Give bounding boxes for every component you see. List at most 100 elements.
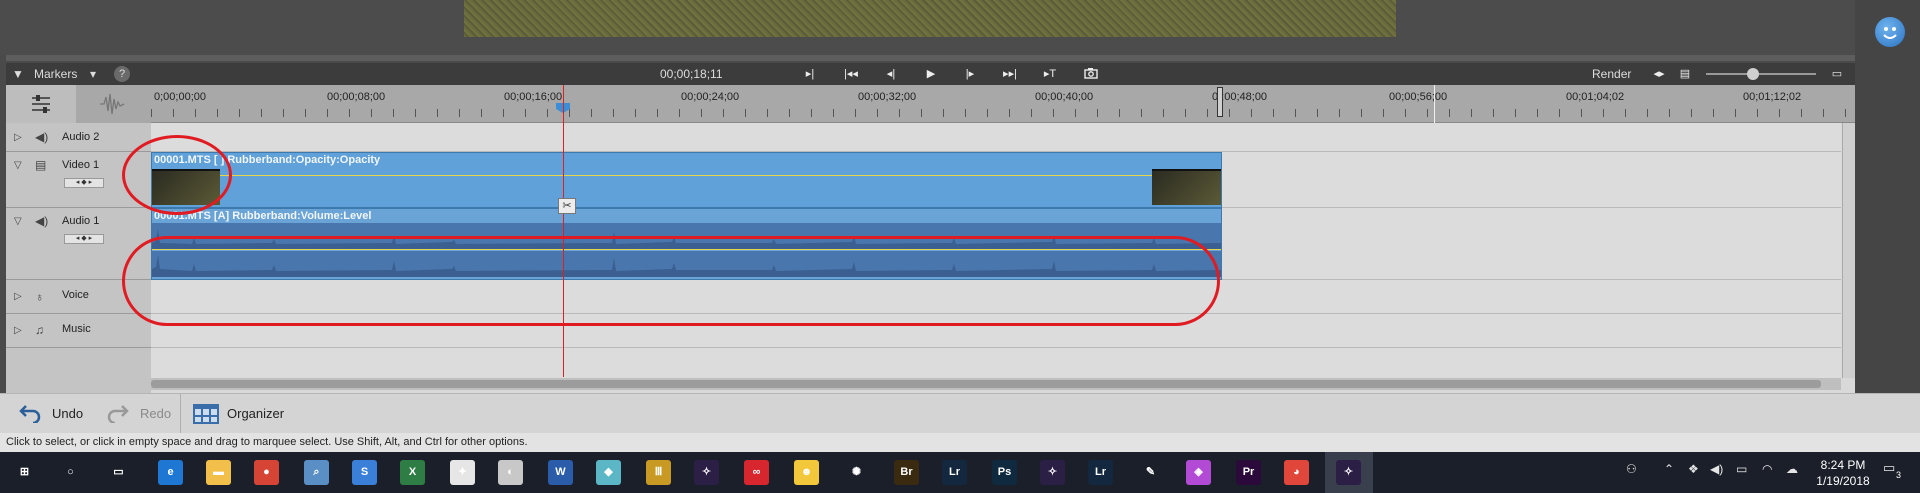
lightroom-icon[interactable]: Lr [942, 460, 967, 485]
clock-date: 1/19/2018 [1816, 474, 1870, 488]
redo-icon[interactable] [106, 403, 130, 426]
goto-end-icon[interactable]: ▸▸| [1001, 67, 1019, 81]
collapse-triangle-icon[interactable]: ▽ [14, 216, 22, 227]
collapse-triangle-icon[interactable]: ▽ [14, 160, 22, 171]
network-search-icon[interactable]: ⌕ [304, 460, 329, 485]
panel-divider[interactable] [6, 55, 1855, 61]
app-icon[interactable]: ✦ [450, 460, 475, 485]
horizontal-scroll-thumb[interactable] [151, 380, 1821, 388]
fit-to-view-icon[interactable]: ◂▸ [1650, 67, 1668, 81]
battery-icon[interactable]: ▭ [1736, 462, 1747, 476]
music-note-icon[interactable]: ♫ [35, 323, 44, 337]
keyframe-navigator[interactable]: ◂ ◆ ▸ [64, 178, 104, 188]
microphone-icon[interactable]: ♁ [35, 290, 44, 304]
notification-count: 3 [1896, 470, 1902, 480]
bridge-icon[interactable]: Br [894, 460, 919, 485]
track-name: Audio 1 [62, 215, 100, 227]
chevron-down-icon[interactable]: ▾ [90, 67, 96, 81]
volume-icon[interactable]: ◀) [1710, 462, 1723, 476]
zoom-in-icon[interactable]: ▭ [1828, 67, 1846, 81]
speaker-icon[interactable]: ◀) [35, 214, 48, 228]
help-icon[interactable]: ? [114, 66, 130, 82]
track-row-audio2[interactable] [151, 123, 1841, 152]
premiere-elements-icon[interactable]: ✧ [694, 460, 719, 485]
work-area-end-handle[interactable] [1217, 87, 1223, 117]
time-ruler[interactable]: 0;00;00;00 00;00;08;00 00;00;16;00 00;00… [151, 85, 1855, 123]
vertical-scrollbar[interactable] [1842, 123, 1855, 378]
video-clip[interactable]: 00001.MTS [ ] Rubberband:Opacity:Opacity [151, 152, 1222, 208]
horizontal-scrollbar[interactable] [151, 378, 1841, 390]
action-bar: Undo Redo Organizer [0, 393, 1920, 434]
app-icon[interactable]: ◆ [596, 460, 621, 485]
track-header-music[interactable]: ▷ ♫ Music [6, 314, 151, 348]
premiere-elements-icon[interactable]: ✧ [1336, 460, 1361, 485]
track-name: Music [62, 323, 91, 335]
cortana-icon[interactable]: ○ [58, 460, 83, 485]
excel-icon[interactable]: X [400, 460, 425, 485]
onedrive-icon[interactable]: ☁ [1786, 462, 1798, 476]
zoom-slider-track[interactable] [1706, 73, 1816, 75]
people-icon[interactable]: ⚇ [1626, 462, 1637, 476]
notification-icon[interactable]: ▭ [1883, 460, 1895, 476]
markers-dropdown-icon[interactable]: ▼ [12, 67, 24, 81]
task-view-icon[interactable]: ▭ [106, 460, 131, 485]
premiere-elements-window: ▼ Markers ▾ ? 00;00;18;11 ▸| |◂◂ ◂| ▶ |▸… [0, 0, 1920, 452]
expand-triangle-icon[interactable]: ▷ [14, 325, 22, 336]
goto-in-point-icon[interactable]: ▸| [801, 67, 819, 81]
edge-icon[interactable]: e [158, 460, 183, 485]
undo-button[interactable]: Undo [52, 406, 83, 421]
monitor-panel [0, 0, 1855, 61]
paint-icon[interactable]: ✎ [1138, 460, 1163, 485]
expand-triangle-icon[interactable]: ▷ [14, 132, 22, 143]
file-explorer-icon[interactable]: ▬ [206, 460, 231, 485]
film-icon[interactable]: ▤ [35, 158, 46, 172]
render-button[interactable]: Render [1592, 67, 1631, 81]
dropbox-icon[interactable]: ❖ [1688, 462, 1699, 476]
chrome-icon[interactable]: ● [254, 460, 279, 485]
speaker-icon[interactable]: ◀) [35, 130, 48, 144]
map-pin-icon[interactable]: ◈ [1186, 460, 1211, 485]
markers-menu[interactable]: Markers [34, 67, 77, 81]
app-icon[interactable]: ☻ [794, 460, 819, 485]
camera-icon[interactable] [1082, 67, 1100, 81]
annotation-circle [122, 135, 232, 215]
undo-icon[interactable] [18, 403, 42, 426]
expand-triangle-icon[interactable]: ▷ [14, 291, 22, 302]
feedback-smiley-icon[interactable] [1875, 17, 1905, 47]
system-clock[interactable]: 8:24 PM 1/19/2018 [1808, 457, 1878, 489]
word-icon[interactable]: W [548, 460, 573, 485]
track-tools-area [6, 85, 151, 123]
shazam-icon[interactable]: S [352, 460, 377, 485]
audio-waveform-toggle-icon[interactable] [76, 85, 151, 123]
scissors-icon[interactable]: ✂ [558, 198, 576, 214]
lightbulb-icon[interactable]: ✺ [844, 460, 869, 485]
keyframe-navigator[interactable]: ◂ ◆ ▸ [64, 234, 104, 244]
track-header-audio2[interactable]: ▷ ◀) Audio 2 [6, 123, 151, 152]
wifi-icon[interactable]: ◠ [1762, 462, 1772, 476]
app-icon[interactable]: ◐ [498, 460, 523, 485]
chevron-up-icon[interactable]: ⌃ [1664, 462, 1674, 476]
goto-out-point-icon[interactable]: ▸T [1041, 67, 1059, 81]
step-forward-icon[interactable]: |▸ [961, 67, 979, 81]
premiere-elements-icon[interactable]: ✧ [1040, 460, 1065, 485]
photoshop-icon[interactable]: Ps [992, 460, 1017, 485]
premiere-pro-icon[interactable]: Pr [1236, 460, 1261, 485]
zoom-slider-handle[interactable] [1747, 68, 1759, 80]
current-timecode[interactable]: 00;00;18;11 [660, 67, 723, 81]
app-icon[interactable]: Ⅲ [646, 460, 671, 485]
step-back-icon[interactable]: ◂| [882, 67, 900, 81]
ruler-label: 00;00;56;00 [1389, 91, 1448, 103]
track-settings-icon[interactable] [6, 85, 76, 123]
windows-taskbar: ⊞ ○ ▭ e ▬ ● ⌕ S X ✦ ◐ W ◆ Ⅲ ✧ ∞ ☻ ✺ Br Lr Ps ✧ Lr ✎ ◈ Pr ◕ ✧ ⚇ ⌃ ❖ … [0, 452, 1920, 493]
organizer-button[interactable]: Organizer [227, 406, 284, 421]
windows-start-icon[interactable]: ⊞ [12, 460, 37, 485]
goto-start-icon[interactable]: |◂◂ [842, 67, 860, 81]
redo-button[interactable]: Redo [140, 406, 171, 421]
opacity-rubberband[interactable] [152, 175, 1221, 176]
creative-cloud-icon[interactable]: ∞ [744, 460, 769, 485]
play-icon[interactable]: ▶ [922, 67, 940, 81]
lightroom-icon[interactable]: Lr [1088, 460, 1113, 485]
organizer-icon[interactable] [192, 403, 220, 428]
zoom-out-icon[interactable]: ▤ [1676, 67, 1694, 81]
app-icon[interactable]: ◕ [1284, 460, 1309, 485]
